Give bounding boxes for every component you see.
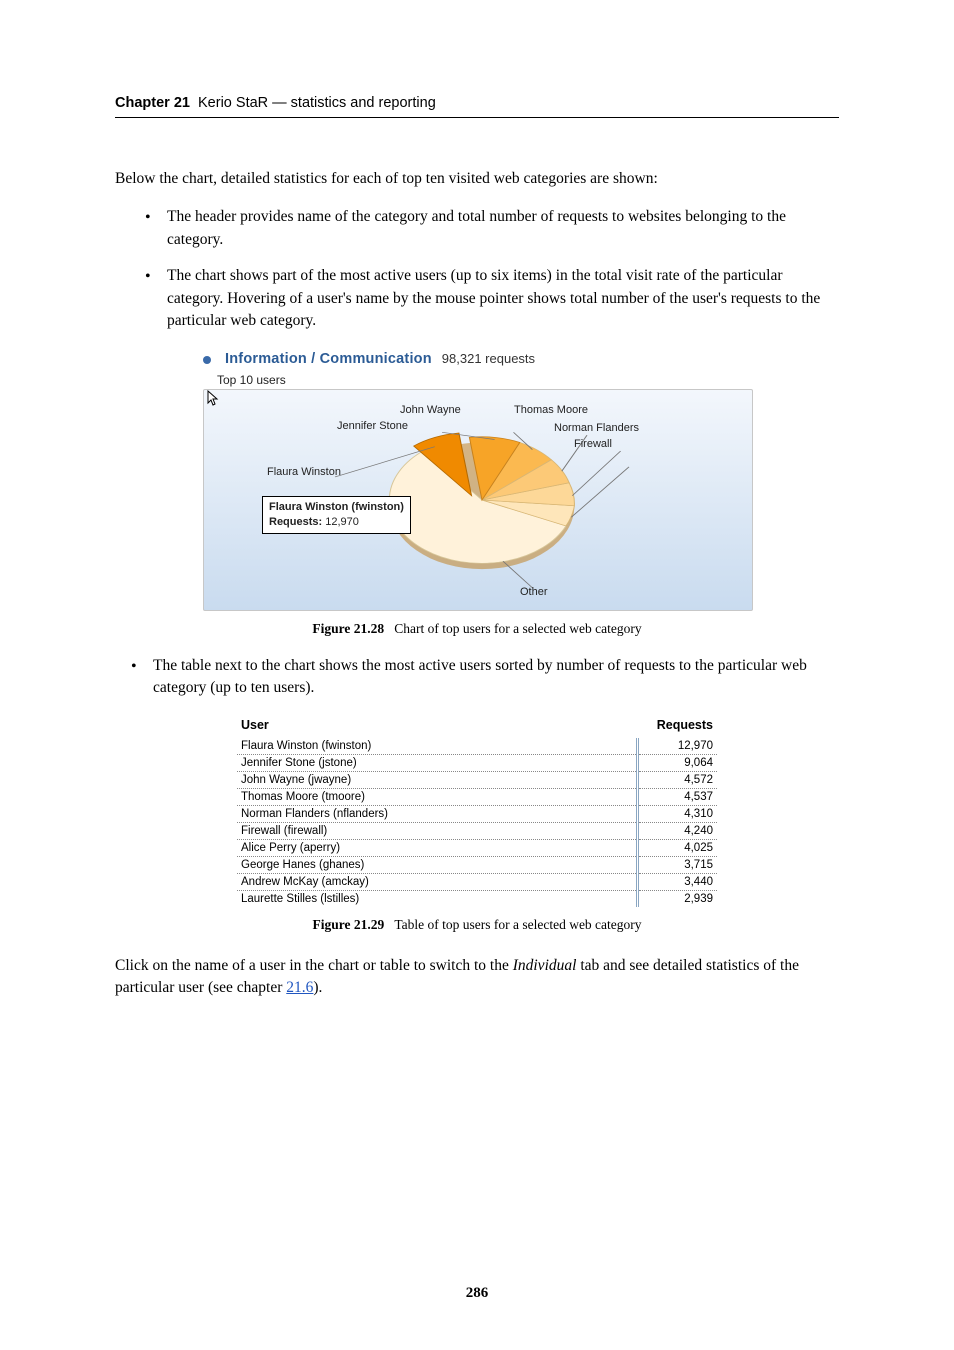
page-number: 286 — [0, 1285, 954, 1302]
slice-label-jennifer[interactable]: Jennifer Stone — [337, 420, 408, 432]
category-request-count: 98,321 requests — [442, 351, 535, 366]
chapter-title: Kerio StaR — statistics and reporting — [198, 95, 436, 111]
bullet-header-desc: The header provides name of the category… — [145, 206, 839, 251]
figure-21-29-caption: Figure 21.29 Table of top users for a se… — [115, 917, 839, 933]
tooltip-req-label: Requests: — [269, 516, 322, 528]
running-head: Chapter 21 Kerio StaR — statistics and r… — [115, 95, 839, 118]
user-cell[interactable]: Thomas Moore (tmoore) — [237, 788, 638, 805]
top-users-table: User Requests Flaura Winston (fwinston)1… — [237, 714, 717, 907]
requests-cell: 12,970 — [638, 738, 718, 755]
requests-cell: 4,240 — [638, 822, 718, 839]
table-row: Andrew McKay (amckay)3,440 — [237, 873, 717, 890]
cursor-icon — [204, 390, 220, 408]
requests-cell: 4,572 — [638, 771, 718, 788]
table-row: Alice Perry (aperry)4,025 — [237, 839, 717, 856]
top10-label: Top 10 users — [217, 373, 751, 387]
slice-label-flaura[interactable]: Flaura Winston — [267, 466, 341, 478]
user-cell[interactable]: Andrew McKay (amckay) — [237, 873, 638, 890]
table-row: Jennifer Stone (jstone)9,064 — [237, 754, 717, 771]
bullet-chart-desc: The chart shows part of the most active … — [145, 265, 839, 332]
user-cell[interactable]: Jennifer Stone (jstone) — [237, 754, 638, 771]
table-row: Thomas Moore (tmoore)4,537 — [237, 788, 717, 805]
intro-text: Below the chart, detailed statistics for… — [115, 168, 839, 190]
fig29-num: Figure 21.29 — [312, 917, 384, 932]
requests-cell: 4,025 — [638, 839, 718, 856]
slice-label-thomas[interactable]: Thomas Moore — [514, 404, 588, 416]
requests-cell: 3,715 — [638, 856, 718, 873]
closing-paragraph: Click on the name of a user in the chart… — [115, 955, 839, 1000]
tooltip-user: Flaura Winston (fwinston) — [269, 501, 404, 513]
category-bullets: The header provides name of the category… — [115, 206, 839, 332]
figure-21-28: Information / Communication 98,321 reque… — [203, 351, 751, 637]
tooltip-req-value: 12,970 — [325, 516, 359, 528]
individual-tab-name: Individual — [513, 957, 577, 974]
user-cell[interactable]: Firewall (firewall) — [237, 822, 638, 839]
user-cell[interactable]: Laurette Stilles (lstilles) — [237, 890, 638, 907]
closing-pre: Click on the name of a user in the chart… — [115, 957, 513, 974]
slice-label-john[interactable]: John Wayne — [400, 404, 461, 416]
figure-21-29: User Requests Flaura Winston (fwinston)1… — [237, 714, 717, 907]
fig28-text: Chart of top users for a selected web ca… — [394, 621, 641, 636]
table-row: Norman Flanders (nflanders)4,310 — [237, 805, 717, 822]
category-title: Information / Communication — [225, 351, 432, 367]
hover-tooltip: Flaura Winston (fwinston) Requests: 12,9… — [262, 496, 411, 534]
slice-label-other[interactable]: Other — [520, 586, 548, 598]
col-requests: Requests — [638, 714, 718, 738]
after-fig28-bullets: The table next to the chart shows the mo… — [115, 655, 839, 700]
bullet-table-desc: The table next to the chart shows the mo… — [115, 655, 839, 700]
chapter-link-21-6[interactable]: 21.6 — [286, 979, 313, 996]
table-row: John Wayne (jwayne)4,572 — [237, 771, 717, 788]
fig29-text: Table of top users for a selected web ca… — [394, 917, 641, 932]
requests-cell: 4,537 — [638, 788, 718, 805]
pie-chart[interactable]: John Wayne Jennifer Stone Flaura Winston… — [203, 389, 753, 611]
table-row: Firewall (firewall)4,240 — [237, 822, 717, 839]
col-user: User — [237, 714, 638, 738]
requests-cell: 9,064 — [638, 754, 718, 771]
user-cell[interactable]: John Wayne (jwayne) — [237, 771, 638, 788]
user-cell[interactable]: George Hanes (ghanes) — [237, 856, 638, 873]
requests-cell: 2,939 — [638, 890, 718, 907]
user-cell[interactable]: Flaura Winston (fwinston) — [237, 738, 638, 755]
user-cell[interactable]: Alice Perry (aperry) — [237, 839, 638, 856]
table-row: George Hanes (ghanes)3,715 — [237, 856, 717, 873]
fig28-num: Figure 21.28 — [312, 621, 384, 636]
slice-label-firewall[interactable]: Firewall — [574, 438, 612, 450]
user-cell[interactable]: Norman Flanders (nflanders) — [237, 805, 638, 822]
figure-21-28-caption: Figure 21.28 Chart of top users for a se… — [203, 621, 751, 637]
category-bullet-icon — [203, 356, 211, 364]
closing-post: ). — [313, 979, 322, 996]
table-row: Laurette Stilles (lstilles)2,939 — [237, 890, 717, 907]
chapter-label: Chapter 21 — [115, 95, 190, 111]
requests-cell: 3,440 — [638, 873, 718, 890]
table-row: Flaura Winston (fwinston)12,970 — [237, 738, 717, 755]
requests-cell: 4,310 — [638, 805, 718, 822]
slice-label-norman[interactable]: Norman Flanders — [554, 422, 639, 434]
